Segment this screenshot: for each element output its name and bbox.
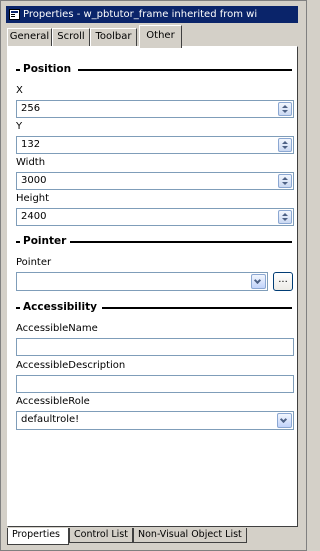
section-accessibility: Accessibility	[16, 301, 292, 314]
accessible-name-label: AccessibleName	[16, 323, 98, 334]
height-value: 2400	[21, 211, 47, 222]
accessible-role-value: defaultrole!	[21, 414, 80, 425]
spin-up-down-icon[interactable]	[278, 102, 292, 116]
bottom-tab-strip: Properties Control List Non-Visual Objec…	[7, 528, 299, 545]
accessible-role-label: AccessibleRole	[16, 396, 90, 407]
tab-strip: General Scroll Toolbar Other	[7, 25, 297, 48]
properties-window: Properties - w_pbtutor_frame inherited f…	[0, 0, 307, 551]
height-label: Height	[16, 193, 50, 204]
section-pointer: Pointer	[16, 235, 292, 248]
y-field[interactable]: 132	[16, 136, 294, 154]
section-rule	[102, 307, 292, 309]
x-field[interactable]: 256	[16, 100, 294, 118]
window-title: Properties - w_pbtutor_frame inherited f…	[23, 9, 258, 20]
section-title-position: Position	[23, 63, 72, 75]
width-field[interactable]: 3000	[16, 172, 294, 190]
width-value: 3000	[21, 175, 47, 186]
accessible-name-field[interactable]	[16, 338, 294, 356]
section-rule	[70, 241, 292, 243]
x-label: X	[16, 85, 23, 96]
tab-non-visual-object-list[interactable]: Non-Visual Object List	[133, 528, 247, 543]
spin-up-down-icon[interactable]	[278, 210, 292, 224]
pointer-dropdown[interactable]	[16, 272, 268, 291]
y-label: Y	[16, 121, 23, 132]
spin-up-down-icon[interactable]	[278, 174, 292, 188]
properties-window-icon	[9, 9, 20, 20]
properties-panel: Position X 256 Y 132 Width 3000 Height 2…	[7, 46, 298, 527]
accessible-role-dropdown[interactable]: defaultrole!	[16, 411, 294, 430]
height-field[interactable]: 2400	[16, 208, 294, 226]
tab-scroll[interactable]: Scroll	[52, 28, 90, 46]
chevron-down-icon[interactable]	[277, 413, 292, 428]
x-value: 256	[21, 103, 41, 114]
tab-general[interactable]: General	[7, 28, 52, 46]
tab-properties[interactable]: Properties	[7, 528, 69, 545]
pointer-browse-button[interactable]: ...	[273, 272, 293, 291]
tab-other[interactable]: Other	[139, 25, 182, 48]
pointer-label: Pointer	[16, 257, 52, 268]
section-dash	[16, 69, 20, 71]
width-label: Width	[16, 157, 46, 168]
accessible-description-field[interactable]	[16, 375, 294, 393]
section-dash	[16, 241, 20, 243]
spin-up-down-icon[interactable]	[278, 138, 292, 152]
accessible-description-label: AccessibleDescription	[16, 360, 126, 371]
chevron-down-icon[interactable]	[251, 274, 266, 289]
tab-toolbar[interactable]: Toolbar	[90, 28, 137, 46]
y-value: 132	[21, 139, 41, 150]
section-dash	[16, 307, 20, 309]
title-bar[interactable]: Properties - w_pbtutor_frame inherited f…	[6, 6, 298, 23]
tab-control-list[interactable]: Control List	[69, 528, 133, 543]
section-position: Position	[16, 63, 292, 76]
section-title-accessibility: Accessibility	[23, 301, 97, 313]
section-title-pointer: Pointer	[23, 235, 67, 247]
section-rule	[78, 69, 292, 71]
